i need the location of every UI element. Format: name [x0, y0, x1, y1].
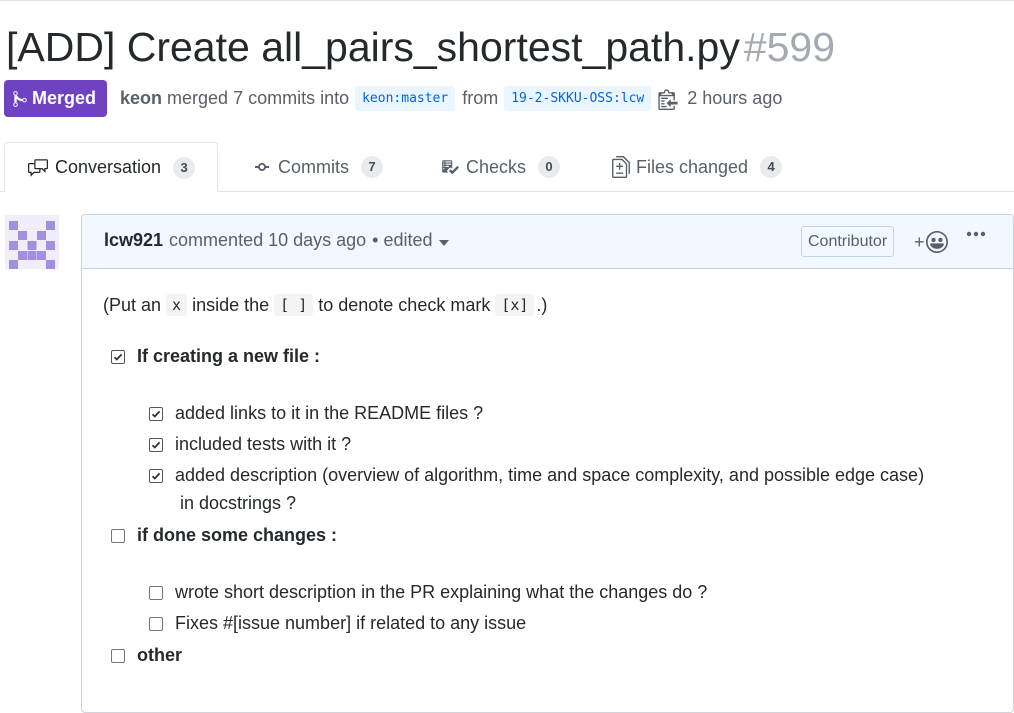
comment-box: lcw921 commented 10 days ago • edited Co… [81, 214, 1014, 713]
checkbox-description[interactable] [149, 468, 163, 483]
tab-files-changed[interactable]: Files changed 4 [612, 142, 783, 192]
pr-author-link[interactable]: keon [120, 88, 162, 109]
checklist-icon [440, 158, 460, 176]
comment-discussion-icon [27, 158, 49, 178]
task-section-changes: if done some changes : [111, 525, 337, 546]
intro-text-c: to denote check mark [318, 294, 491, 315]
task-item: Fixes #[issue number] if related to any … [149, 613, 526, 634]
checkbox-new-file[interactable] [111, 349, 125, 364]
avatar[interactable] [5, 215, 59, 269]
head-branch[interactable]: 19-2-SKKU-OSS:lcw [504, 86, 652, 111]
intro-code-checked: [x] [495, 294, 535, 316]
intro-text-b: inside the [192, 294, 270, 315]
smiley-icon [925, 231, 948, 253]
checkbox-readme-links[interactable] [149, 406, 163, 421]
intro-code-brackets: [ ] [274, 294, 314, 316]
edited-dropdown[interactable]: • edited [372, 230, 449, 251]
checkbox-tests[interactable] [149, 437, 163, 452]
tab-conversation-count: 3 [173, 156, 196, 179]
contributor-badge: Contributor [801, 226, 895, 257]
tab-files-changed-count: 4 [760, 156, 783, 178]
pr-title: [ADD] Create all_pairs_shortest_path.py [6, 24, 740, 70]
check-icon [151, 472, 161, 480]
intro-code-x: x [166, 294, 188, 316]
pr-tabs: Conversation 3 Commits 7 Checks 0 Files … [0, 142, 1014, 193]
task-text: included tests with it ? [175, 434, 352, 454]
task-text: added description (overview of algorithm… [175, 465, 925, 485]
edited-label: • edited [372, 230, 433, 250]
checkbox-other[interactable] [111, 648, 125, 663]
task-section-other: other [111, 645, 182, 666]
tab-commits-label: Commits [278, 156, 349, 177]
task-label-changes: if done some changes : [137, 525, 338, 545]
task-text: Fixes #[issue number] if related to any … [175, 613, 527, 633]
clipboard-icon[interactable] [658, 88, 678, 110]
check-icon [113, 353, 123, 361]
tab-commits-count: 7 [361, 156, 383, 178]
intro-text-d: .) [536, 294, 548, 315]
merged-text: merged 7 commits into [167, 88, 350, 108]
checkbox-short-description[interactable] [149, 585, 163, 600]
task-label-new-file: If creating a new file : [137, 346, 321, 366]
from-text: from [462, 88, 499, 108]
task-text-continued: in docstrings ? [180, 493, 297, 513]
tab-files-changed-label: Files changed [636, 156, 749, 177]
task-item: added description (overview of algorithm… [149, 465, 924, 486]
git-merge-icon [13, 90, 27, 107]
tab-checks-count: 0 [538, 156, 561, 178]
tab-conversation-label: Conversation [55, 157, 162, 177]
task-item: wrote short description in the PR explai… [149, 582, 707, 603]
comment-author-link[interactable]: lcw921 [104, 230, 163, 251]
comment-author-line: lcw921 commented 10 days ago • edited [104, 230, 449, 251]
base-branch[interactable]: keon:master [355, 86, 456, 111]
task-text: added links to it in the README files ? [175, 403, 484, 423]
merged-state-badge: Merged [4, 80, 108, 117]
check-icon [151, 410, 161, 418]
state-label: Merged [32, 88, 97, 108]
task-item: included tests with it ? [149, 434, 351, 455]
intro-line: (Put an x inside the [ ] to denote check… [103, 294, 547, 316]
comment-header: lcw921 commented 10 days ago • edited Co… [82, 215, 1013, 269]
pr-meta: Merged keon merged 7 commits into keon:m… [4, 80, 782, 117]
file-diff-icon [612, 156, 630, 178]
task-text: wrote short description in the PR explai… [175, 582, 708, 602]
chevron-down-icon [438, 240, 449, 246]
merged-time: 2 hours ago [687, 88, 783, 108]
intro-text-a: (Put an [103, 294, 162, 315]
checkbox-changes[interactable] [111, 528, 125, 543]
reaction-plus: + [914, 231, 925, 252]
checkbox-fixes-issue[interactable] [149, 616, 163, 631]
pr-number: #599 [743, 24, 836, 70]
tab-checks[interactable]: Checks 0 [440, 142, 561, 192]
check-icon [151, 441, 161, 449]
tab-commits[interactable]: Commits 7 [252, 142, 383, 192]
task-section-new-file: If creating a new file : [111, 346, 320, 367]
git-commit-icon [252, 159, 272, 175]
page-title: [ADD] Create all_pairs_shortest_path.py#… [6, 22, 835, 72]
task-item: added links to it in the README files ? [149, 403, 483, 424]
tab-checks-label: Checks [466, 156, 527, 177]
add-reaction-button[interactable]: + [914, 231, 948, 253]
tab-conversation[interactable]: Conversation 3 [4, 142, 219, 193]
top-divider [0, 0, 1014, 1]
task-label-other: other [137, 645, 182, 665]
comment-timestamp[interactable]: commented 10 days ago [169, 230, 366, 251]
kebab-menu-icon[interactable] [966, 231, 986, 237]
identicon-image [9, 221, 55, 269]
